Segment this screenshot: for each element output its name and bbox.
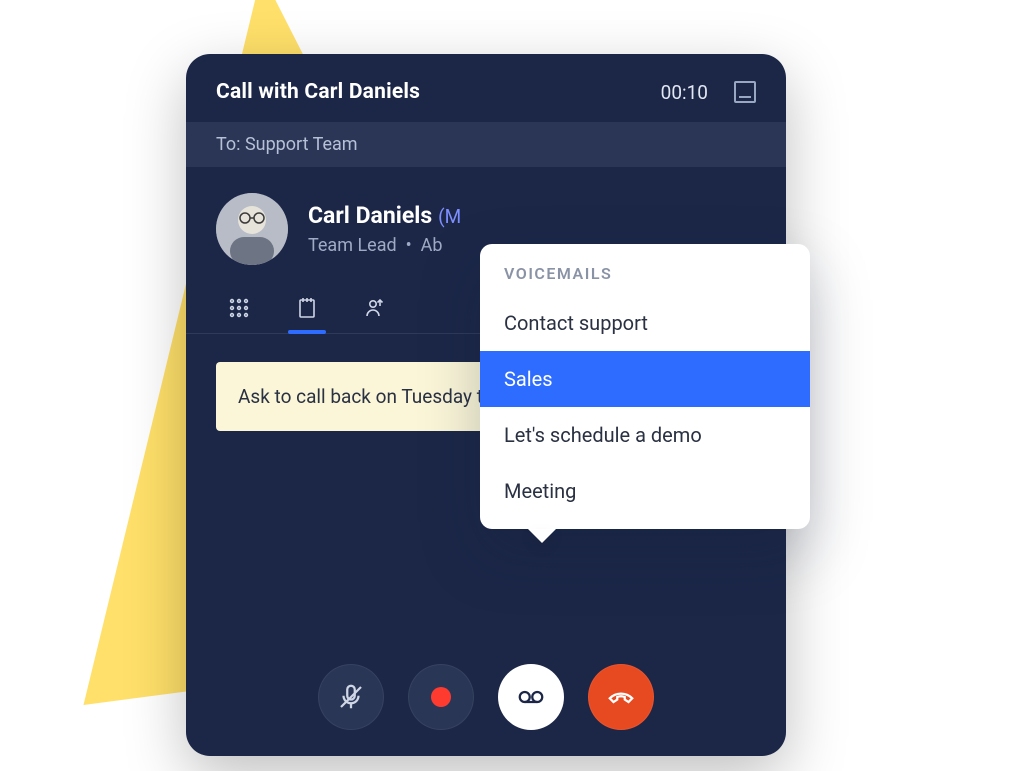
keypad-icon [227,296,251,320]
phone-hangup-icon [606,682,636,712]
notes-icon [295,296,319,320]
mute-button[interactable] [318,664,384,730]
avatar-placeholder-icon [216,193,288,265]
transfer-icon [363,296,387,320]
contact-role: Team Lead [308,235,397,256]
tab-transfer[interactable] [348,283,402,333]
record-icon [431,687,451,707]
microphone-off-icon [336,682,366,712]
contact-name: Carl Daniels [308,202,432,229]
to-label: To: [216,134,241,155]
contact-status: (M [438,205,461,228]
voicemail-popover: VOICEMAILS Contact support Sales Let's s… [480,244,810,529]
voicemail-button[interactable] [498,664,564,730]
call-duration: 00:10 [661,81,708,104]
avatar[interactable] [216,193,288,265]
voicemail-option-contact-support[interactable]: Contact support [480,295,810,351]
voicemail-option-sales[interactable]: Sales [480,351,810,407]
voicemail-icon [516,682,546,712]
voicemail-option-meeting[interactable]: Meeting [480,463,810,519]
hangup-button[interactable] [588,664,654,730]
tab-notes[interactable] [280,283,334,333]
record-button[interactable] [408,664,474,730]
tab-keypad[interactable] [212,283,266,333]
call-action-bar [186,664,786,730]
to-value: Support Team [245,134,358,155]
window-titlebar: Call with Carl Daniels 00:10 [186,54,786,122]
to-field[interactable]: To: Support Team [186,122,786,167]
minimize-icon[interactable] [734,81,756,103]
contact-detail: Ab [421,235,443,256]
separator-dot: • [401,235,420,256]
voicemail-option-schedule-demo[interactable]: Let's schedule a demo [480,407,810,463]
popover-heading: VOICEMAILS [480,264,810,295]
window-title: Call with Carl Daniels [216,80,420,104]
